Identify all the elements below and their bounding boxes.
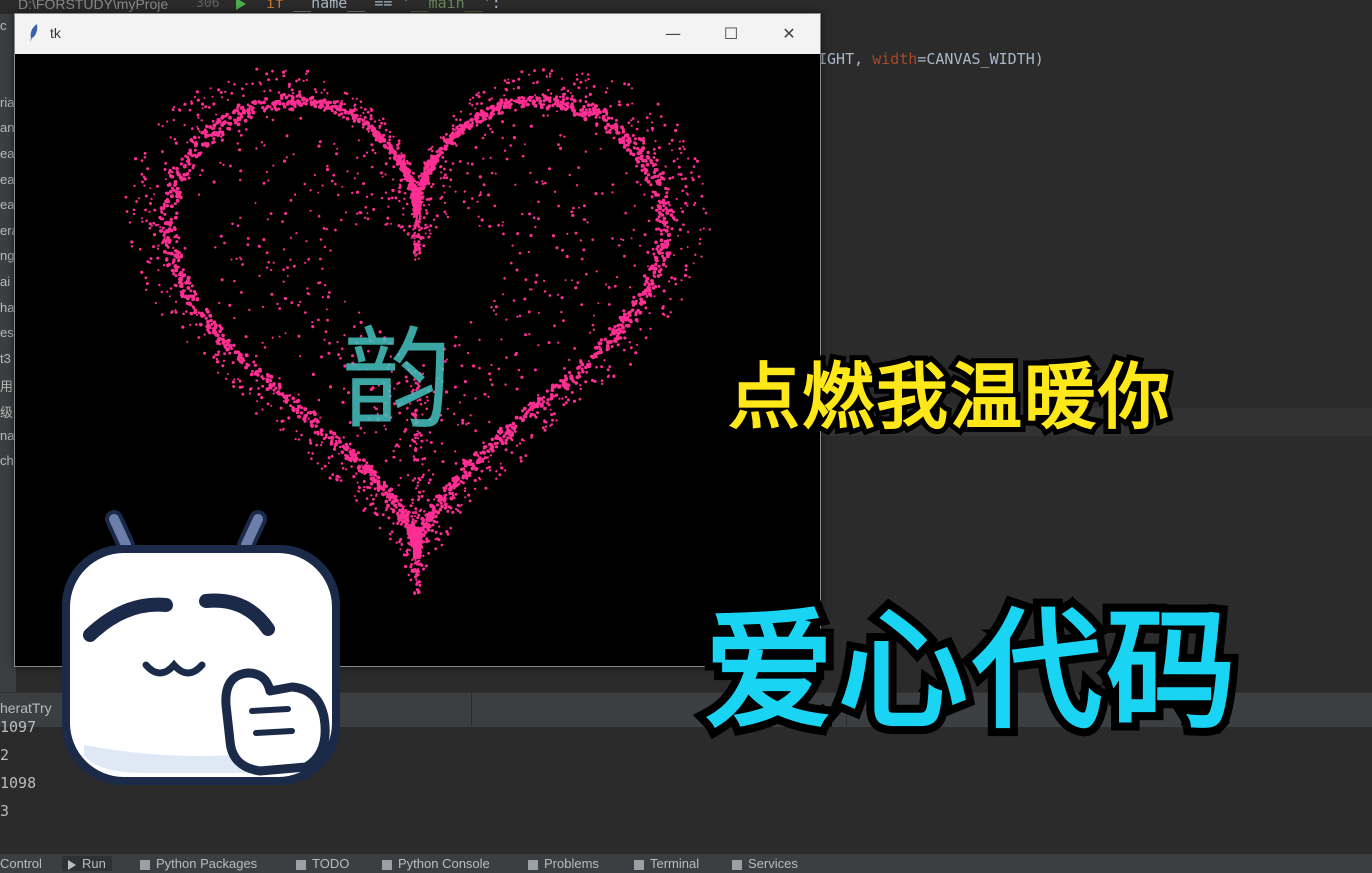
project-tree-item[interactable]: ch xyxy=(0,453,14,468)
project-path: D:\FORSTUDY\myProje xyxy=(18,0,169,12)
project-tree-item[interactable]: na xyxy=(0,428,14,443)
code-line-main-check: if __name__ == '__main__': xyxy=(266,0,501,12)
console-output-line: 2 xyxy=(0,746,10,764)
tool-window-control[interactable]: Control xyxy=(0,856,42,871)
tool-window-label: Terminal xyxy=(650,856,700,871)
tool-icon xyxy=(140,859,150,870)
tool-window-todo[interactable]: TODO xyxy=(296,856,349,871)
tool-icon xyxy=(296,859,306,870)
code-text: =CANVAS_WIDTH) xyxy=(917,50,1044,68)
tv-mascot-icon xyxy=(62,510,340,785)
maximize-button[interactable]: ☐ xyxy=(711,22,751,46)
overlay-title-line2: 爱心代码 xyxy=(696,587,1244,755)
project-tree-item[interactable]: 级 xyxy=(0,402,13,421)
run-gutter-icon[interactable] xyxy=(236,0,246,10)
tool-window-label: Python Console xyxy=(398,856,490,871)
code-keyword: if xyxy=(266,0,285,12)
project-tree-item[interactable]: ea xyxy=(0,172,14,187)
tk-titlebar[interactable]: tk — ☐ ✕ xyxy=(15,14,820,54)
tool-window-label: Problems xyxy=(544,856,599,871)
close-button[interactable]: ✕ xyxy=(769,22,809,46)
project-tree-item[interactable]: c xyxy=(0,18,7,33)
line-number: 306 xyxy=(196,0,220,11)
console-output-line: 3 xyxy=(0,802,10,820)
tool-window-label: TODO xyxy=(312,856,350,871)
code-text: __name__ == xyxy=(284,0,402,12)
minimize-button[interactable]: — xyxy=(653,22,693,46)
tool-window-label: Control xyxy=(0,856,42,871)
run-icon xyxy=(68,859,76,870)
tool-icon xyxy=(382,859,392,870)
project-tree-item[interactable]: an xyxy=(0,120,14,135)
feather-icon xyxy=(30,24,38,42)
run-config-tab[interactable]: heratTry xyxy=(0,700,52,716)
run-header-divider xyxy=(471,692,472,726)
console-output-line: 1098 xyxy=(0,774,37,792)
project-tree-item[interactable]: t3 xyxy=(0,351,11,366)
console-output-line: 1097 xyxy=(0,718,37,736)
tool-window-run[interactable]: Run xyxy=(62,856,112,871)
tool-window-problems[interactable]: Problems xyxy=(528,856,599,871)
tool-icon xyxy=(528,859,538,870)
center-glyph: 韵 xyxy=(342,316,452,444)
project-tree-item[interactable]: ea xyxy=(0,146,14,161)
tool-window-label: Run xyxy=(82,856,106,871)
overlay-title-line1: 点燃我温暖你 xyxy=(723,350,1175,444)
project-tree-item[interactable]: 用 xyxy=(0,376,13,395)
tool-window-python-packages[interactable]: Python Packages xyxy=(140,856,257,871)
code-string: '__main__' xyxy=(401,0,492,12)
tool-window-label: Python Packages xyxy=(156,856,258,871)
tool-icon xyxy=(634,859,644,870)
code-text: : xyxy=(491,0,501,12)
project-tree-item[interactable]: ria xyxy=(0,95,14,110)
tool-window-terminal[interactable]: Terminal xyxy=(634,856,699,871)
tool-window-label: Services xyxy=(748,856,798,871)
code-text: IGHT, xyxy=(818,50,873,68)
tk-window-title: tk xyxy=(50,25,61,41)
project-tree-item[interactable]: ea xyxy=(0,197,14,212)
code-line-canvas: IGHT, width=CANVAS_WIDTH) xyxy=(818,50,1044,68)
project-tree-item[interactable]: ng xyxy=(0,248,14,263)
tool-window-python-console[interactable]: Python Console xyxy=(382,856,490,871)
tool-icon xyxy=(732,859,742,870)
tool-window-services[interactable]: Services xyxy=(732,856,798,871)
code-param: width xyxy=(872,50,918,68)
project-tree-item[interactable]: ai xyxy=(0,274,10,289)
